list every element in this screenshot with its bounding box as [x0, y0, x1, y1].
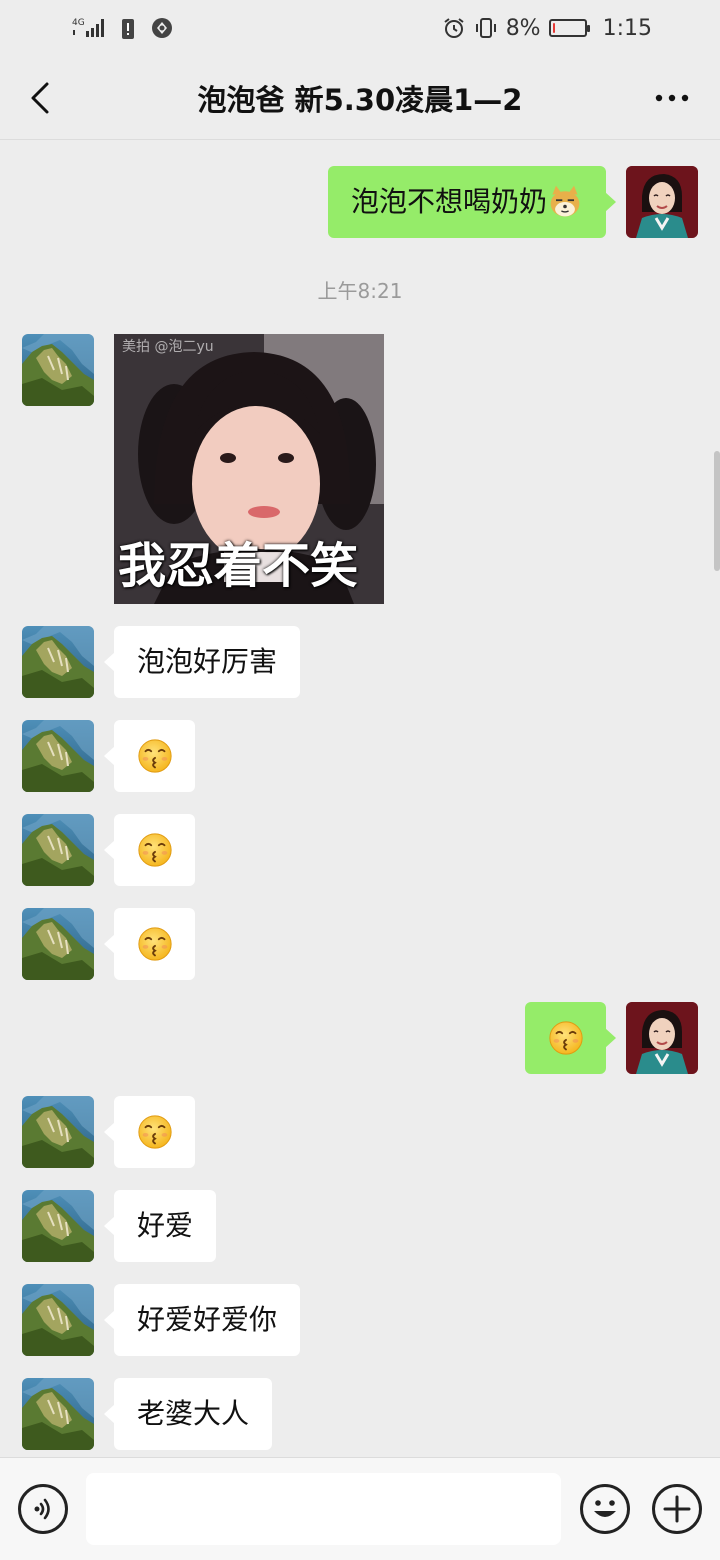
message-bubble[interactable] — [104, 814, 195, 886]
my-avatar[interactable] — [626, 166, 698, 238]
emoji-button[interactable] — [580, 1484, 630, 1534]
contact-avatar[interactable] — [22, 1284, 94, 1356]
app-notification-icon — [150, 16, 174, 40]
voice-button[interactable] — [18, 1484, 68, 1534]
chat-area[interactable]: 泡泡不想喝奶奶 上午8:21 美拍 @泡二yu 我忍着不笑 泡泡好厉害 好爱 好… — [0, 141, 720, 1457]
scrollbar[interactable] — [714, 451, 720, 571]
status-bar: 4G 8% 1:15 — [0, 0, 720, 56]
message-bubble[interactable] — [104, 720, 195, 792]
back-button[interactable] — [20, 76, 60, 120]
kiss-face-emoji-icon — [136, 831, 174, 869]
status-right: 8% 1:15 — [442, 16, 652, 41]
plus-icon — [663, 1495, 691, 1523]
contact-avatar[interactable] — [22, 908, 94, 980]
contact-avatar[interactable] — [22, 814, 94, 886]
contact-avatar[interactable] — [22, 1190, 94, 1262]
message-text: 好爱好爱你 — [137, 1303, 278, 1336]
message-bubble[interactable]: 泡泡好厉害 — [103, 626, 301, 698]
message-bubble[interactable]: 老婆大人 — [103, 1378, 273, 1450]
message-text: 泡泡好厉害 — [137, 645, 278, 678]
message-bubble[interactable]: 好爱 — [103, 1190, 217, 1262]
svg-text:4G: 4G — [72, 18, 85, 28]
battery-level — [552, 23, 555, 33]
status-left: 4G — [72, 16, 174, 40]
message-bubble[interactable] — [104, 1096, 195, 1168]
vibrate-icon — [474, 16, 498, 40]
sticker-image[interactable]: 美拍 @泡二yu 我忍着不笑 — [114, 334, 384, 604]
message-text: 好爱 — [137, 1209, 194, 1242]
status-time: 1:15 — [602, 15, 652, 41]
voice-icon — [34, 1498, 50, 1520]
message-text: 老婆大人 — [137, 1397, 250, 1430]
doge-emoji-icon — [547, 184, 583, 220]
message-bubble[interactable]: 好爱好爱你 — [103, 1284, 301, 1356]
contact-avatar[interactable] — [22, 1378, 94, 1450]
more-dots-icon — [655, 94, 689, 102]
kiss-face-emoji-icon — [136, 737, 174, 775]
sticker-watermark: 美拍 @泡二yu — [122, 339, 214, 355]
contact-avatar[interactable] — [22, 334, 94, 406]
alarm-icon — [442, 16, 466, 40]
kiss-face-emoji-icon — [547, 1019, 585, 1057]
message-bubble[interactable] — [525, 1002, 616, 1074]
alert-icon — [120, 16, 136, 40]
plus-button[interactable] — [652, 1484, 702, 1534]
my-avatar[interactable] — [626, 1002, 698, 1074]
message-input[interactable] — [86, 1473, 561, 1545]
message-text: 泡泡不想喝奶奶 — [350, 185, 547, 218]
message-bubble[interactable]: 泡泡不想喝奶奶 — [327, 166, 617, 238]
battery-percent: 8% — [505, 15, 541, 41]
battery-icon — [548, 19, 590, 37]
kiss-face-emoji-icon — [136, 925, 174, 963]
sticker-caption: 我忍着不笑 — [118, 538, 359, 594]
smiley-icon — [594, 1500, 616, 1517]
more-button[interactable] — [652, 78, 692, 118]
chat-title: 泡泡爸 新5.30凌晨1—2 — [197, 82, 523, 117]
contact-avatar[interactable] — [22, 626, 94, 698]
signal-icon: 4G — [72, 16, 106, 40]
kiss-face-emoji-icon — [136, 1113, 174, 1151]
chat-timestamp: 上午8:21 — [317, 279, 403, 303]
chevron-left-icon — [31, 82, 49, 114]
input-bar — [0, 1457, 720, 1560]
message-bubble[interactable] — [104, 908, 195, 980]
contact-avatar[interactable] — [22, 1096, 94, 1168]
chat-header: 泡泡爸 新5.30凌晨1—2 — [0, 56, 720, 140]
contact-avatar[interactable] — [22, 720, 94, 792]
